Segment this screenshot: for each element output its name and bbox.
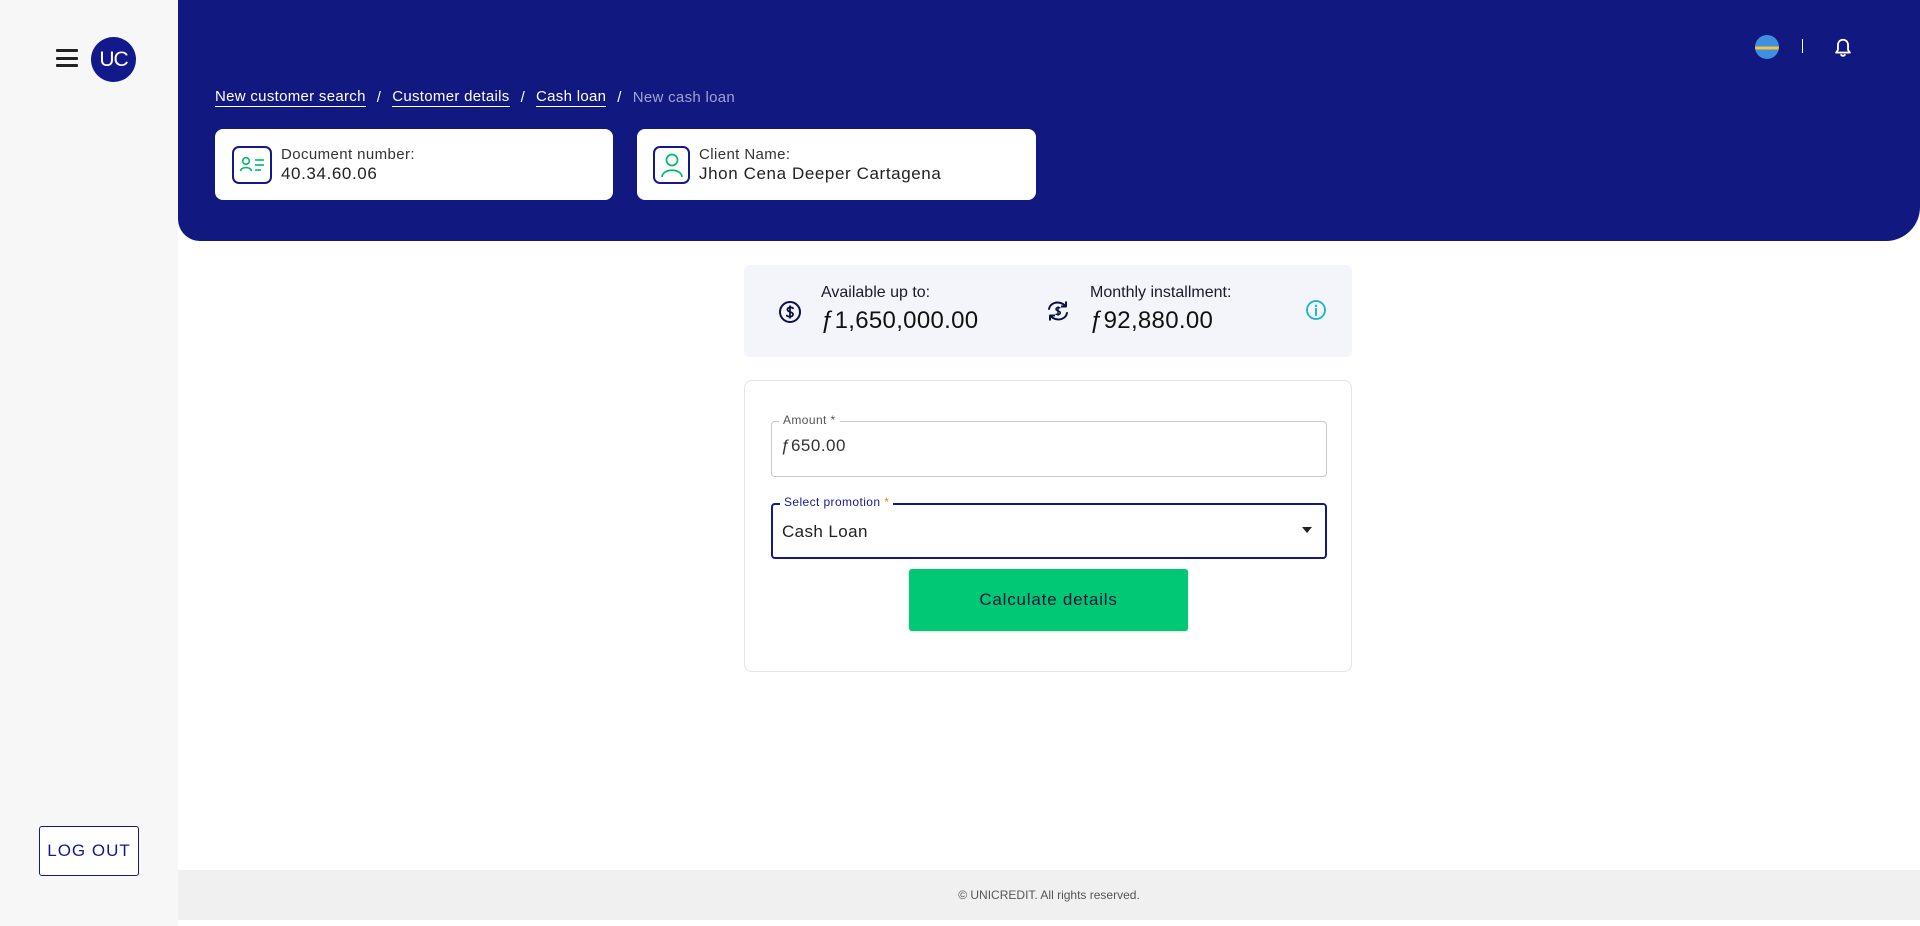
breadcrumb-new-customer-search[interactable]: New customer search bbox=[215, 88, 366, 107]
loan-summary: Available up to: ƒ1,650,000.00 Monthly i… bbox=[744, 265, 1352, 357]
header-divider bbox=[1802, 39, 1803, 53]
footer: © UNICREDIT. All rights reserved. bbox=[178, 870, 1920, 920]
available-label: Available up to: bbox=[821, 284, 931, 301]
document-number-value: 40.34.60.06 bbox=[281, 163, 378, 183]
promotion-selected-value: Cash Loan bbox=[782, 522, 868, 541]
document-number-card: Document number: 40.34.60.06 bbox=[215, 129, 613, 200]
amount-label-text: Amount bbox=[783, 413, 827, 427]
client-name-label: Client Name: bbox=[699, 145, 791, 163]
hamburger-menu-icon[interactable] bbox=[56, 49, 78, 67]
info-icon[interactable] bbox=[1305, 299, 1327, 321]
promotion-field-label: Select promotion * bbox=[780, 495, 894, 509]
breadcrumb-separator: / bbox=[376, 89, 382, 106]
client-name-value: Jhon Cena Deeper Cartagena bbox=[699, 163, 942, 183]
breadcrumb-separator: / bbox=[520, 89, 526, 106]
available-amount: ƒ1,650,000.00 bbox=[821, 307, 979, 334]
logout-button[interactable]: LOG OUT bbox=[39, 826, 139, 876]
promotion-label-text: Select promotion bbox=[784, 495, 881, 509]
document-number-label: Document number: bbox=[281, 145, 415, 163]
promotion-select[interactable]: Select promotion * Cash Loan bbox=[771, 495, 1327, 559]
id-card-icon bbox=[232, 145, 272, 184]
bell-icon[interactable] bbox=[1832, 36, 1854, 60]
amount-field-label: Amount * bbox=[779, 413, 840, 427]
required-mark: * bbox=[830, 413, 836, 427]
sidebar: UC LOG OUT bbox=[0, 0, 178, 926]
loan-form-card: Amount * Select promotion * Cash Loan Ca… bbox=[744, 380, 1352, 672]
breadcrumb-separator: / bbox=[617, 89, 622, 106]
language-flag-icon[interactable] bbox=[1755, 35, 1779, 59]
installment-amount: ƒ92,880.00 bbox=[1090, 307, 1214, 334]
required-mark: * bbox=[884, 495, 890, 509]
unicredit-logo[interactable]: UC bbox=[91, 37, 136, 82]
amount-field: Amount * bbox=[771, 413, 1327, 477]
refresh-dollar-icon bbox=[1048, 301, 1068, 321]
client-name-card: Client Name: Jhon Cena Deeper Cartagena bbox=[637, 129, 1036, 200]
installment-label: Monthly installment: bbox=[1090, 284, 1232, 301]
dollar-coin-icon bbox=[779, 301, 801, 323]
logo-text: UC bbox=[99, 47, 128, 71]
breadcrumb-customer-details[interactable]: Customer details bbox=[392, 88, 510, 107]
header-banner: New customer search / Customer details /… bbox=[178, 0, 1920, 241]
chevron-down-icon[interactable] bbox=[1302, 527, 1312, 533]
breadcrumb-cash-loan[interactable]: Cash loan bbox=[536, 88, 607, 107]
breadcrumb: New customer search / Customer details /… bbox=[215, 88, 735, 107]
amount-input[interactable] bbox=[781, 436, 1301, 456]
breadcrumb-current-new-cash-loan: New cash loan bbox=[632, 89, 736, 106]
calculate-details-button[interactable]: Calculate details bbox=[909, 569, 1188, 631]
copyright-text: © UNICREDIT. All rights reserved. bbox=[958, 888, 1140, 902]
user-icon bbox=[653, 145, 690, 184]
